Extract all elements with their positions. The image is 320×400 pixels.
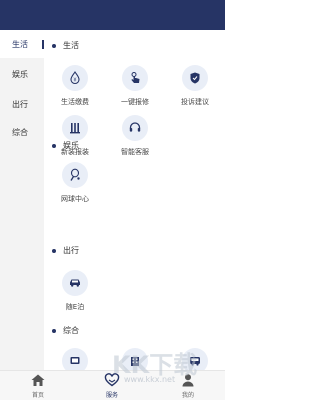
sidebar-item-label: 综合 (12, 127, 28, 137)
tile-label: 一键报修 (121, 98, 149, 106)
section-title-travel: 出行 (52, 245, 79, 256)
sidebar-item-life[interactable]: 生活 (0, 30, 44, 58)
tile-label: 投诉建议 (181, 98, 209, 106)
headset-icon (122, 115, 148, 141)
hand-tap-icon (122, 65, 148, 91)
tile-tennis-center[interactable]: 网球中心 (45, 162, 105, 212)
bullet-dot (52, 328, 56, 333)
sidebar-item-entertainment[interactable]: 娱乐 (0, 60, 44, 88)
tennis-racket-icon (62, 162, 88, 188)
section-title-entertainment: 娱乐 (52, 140, 79, 151)
document-icon (62, 348, 88, 370)
install-icon (62, 115, 88, 141)
sidebar-item-label: 娱乐 (12, 69, 28, 79)
tile-label: 生活缴费 (61, 98, 89, 106)
section-title-life: 生活 (52, 40, 79, 51)
tile-label: 智能客服 (121, 148, 149, 156)
tab-home[interactable]: 首页 (18, 373, 58, 399)
section-title-general: 综合 (52, 325, 79, 336)
tile-one-click-repair[interactable]: 一键报修 (105, 65, 165, 115)
status-bar (0, 0, 225, 30)
tile-parking[interactable]: 随E泊 (45, 270, 105, 320)
svg-text:¥: ¥ (73, 78, 76, 84)
sidebar-item-label: 出行 (12, 99, 28, 109)
bullet-dot (52, 248, 56, 253)
sidebar-item-general[interactable]: 综合 (0, 118, 44, 146)
service-panel: 生活 ¥ 生活缴费 一键报修 投诉建议 新装报装 智能客服 娱乐 网球中心 出行… (44, 30, 225, 370)
category-sidebar: 生活 娱乐 出行 综合 (0, 30, 44, 370)
section-title-text: 娱乐 (63, 141, 79, 150)
tile-general-1[interactable] (45, 348, 105, 370)
tile-label: 网球中心 (61, 195, 89, 203)
sidebar-item-label: 生活 (12, 39, 28, 49)
section-title-text: 出行 (63, 246, 79, 255)
bullet-dot (52, 143, 56, 148)
tile-complaint[interactable]: 投诉建议 (165, 65, 225, 115)
tile-smart-service[interactable]: 智能客服 (105, 115, 165, 165)
tile-label: 随E泊 (65, 303, 85, 311)
car-icon (62, 270, 88, 296)
tab-label: 首页 (31, 392, 44, 399)
watermark-url: www.kkx.net (124, 375, 176, 384)
shield-icon (182, 65, 208, 91)
sidebar-item-travel[interactable]: 出行 (0, 90, 44, 118)
bill-pay-icon: ¥ (62, 65, 88, 91)
watermark: KK下载 www.kkx.net (110, 345, 225, 400)
tile-bill-pay[interactable]: ¥ 生活缴费 (45, 65, 105, 115)
section-title-text: 生活 (63, 41, 79, 50)
section-title-text: 综合 (63, 326, 79, 335)
home-icon (30, 373, 46, 389)
bullet-dot (52, 43, 56, 48)
